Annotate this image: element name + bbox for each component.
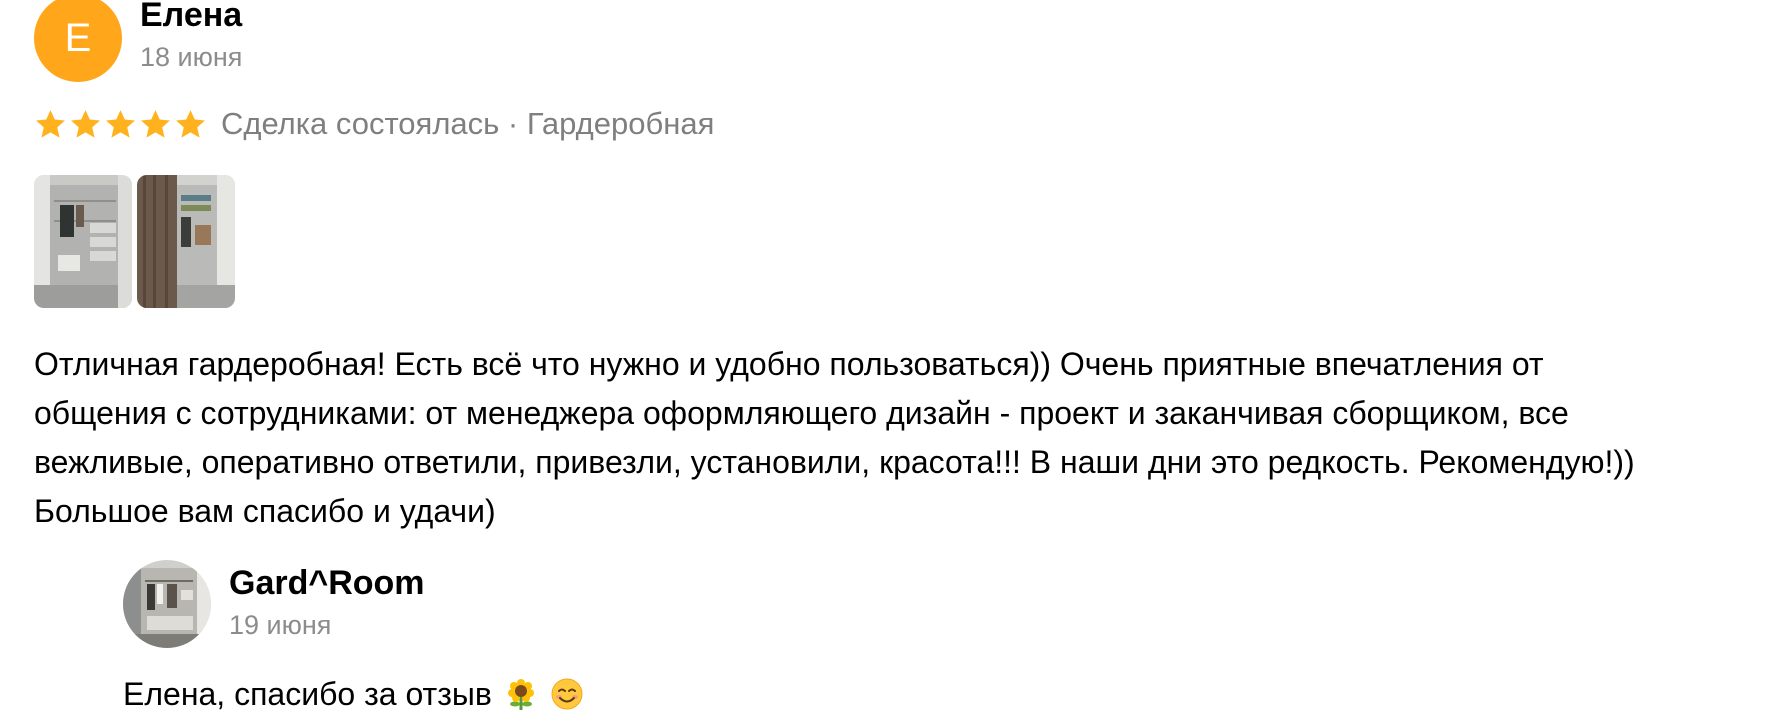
deal-status: Сделка состоялась · Гардеробная xyxy=(221,106,715,141)
review-date: 18 июня xyxy=(140,42,243,72)
star-icon xyxy=(36,109,65,138)
smiling-face-icon xyxy=(551,678,583,710)
sunflower-icon xyxy=(507,679,534,710)
company-avatar[interactable] xyxy=(123,560,211,648)
star-icon xyxy=(176,109,205,138)
author-name[interactable]: Елена xyxy=(140,0,242,35)
review-photo-1[interactable] xyxy=(34,175,132,308)
reply-text-row: Елена, спасибо за отзыв xyxy=(123,672,584,716)
avatar[interactable]: Е xyxy=(34,0,122,82)
review-photo-2[interactable] xyxy=(137,175,235,308)
rating-stars xyxy=(34,108,207,141)
reply-text: Елена, спасибо за отзыв xyxy=(123,676,492,712)
review-text: Отличная гардеробная! Есть всё что нужно… xyxy=(34,346,1635,529)
review-photos xyxy=(34,175,235,308)
company-name[interactable]: Gard^Room xyxy=(229,564,425,603)
star-icon xyxy=(71,109,100,138)
review-meta: Сделка состоялась · Гардеробная xyxy=(34,104,714,144)
reply-date: 19 июня xyxy=(229,610,332,640)
star-icon xyxy=(141,109,170,138)
star-icon xyxy=(106,109,135,138)
